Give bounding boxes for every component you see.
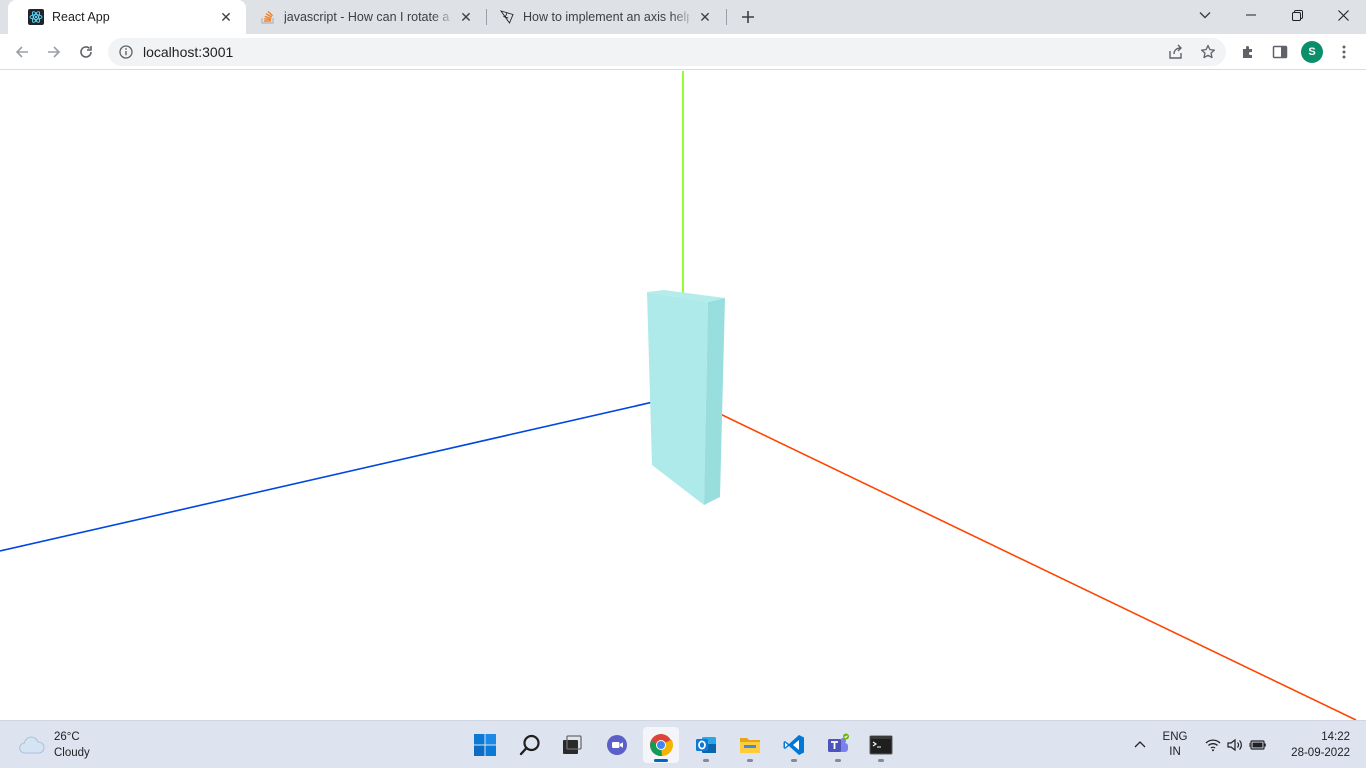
teams-icon[interactable] xyxy=(820,727,856,763)
plus-icon xyxy=(742,11,754,23)
task-view-icon[interactable] xyxy=(554,727,590,763)
reload-icon xyxy=(80,46,92,58)
minimize-icon xyxy=(1246,14,1256,16)
menu-button[interactable] xyxy=(1330,38,1358,66)
box-mesh xyxy=(647,290,725,505)
tab-stackoverflow[interactable]: javascript - How can I rotate a me ✕ xyxy=(246,0,486,34)
weather-widget[interactable]: 26°C Cloudy xyxy=(18,729,90,761)
tab-threejs[interactable]: How to implement an axis helper ✕ xyxy=(487,0,725,34)
tab-title: javascript - How can I rotate a me xyxy=(284,10,450,24)
search-icon[interactable] xyxy=(512,727,548,763)
extensions-button[interactable] xyxy=(1234,38,1262,66)
stackoverflow-icon xyxy=(260,9,276,25)
language-indicator[interactable]: ENG IN xyxy=(1158,721,1192,769)
address-bar[interactable]: localhost:3001 xyxy=(108,38,1226,66)
battery-icon xyxy=(1249,740,1266,750)
reload-button[interactable] xyxy=(72,38,100,66)
volume-icon xyxy=(1227,738,1242,752)
clock[interactable]: 14:22 28-09-2022 xyxy=(1270,729,1350,761)
x-axis-line xyxy=(713,410,1357,720)
close-icon xyxy=(1337,9,1349,21)
vscode-icon[interactable] xyxy=(776,727,812,763)
bookmark-star-icon[interactable] xyxy=(1200,44,1216,65)
show-hidden-icons-button[interactable] xyxy=(1128,721,1152,769)
puzzle-icon xyxy=(1243,46,1252,58)
webgl-canvas[interactable] xyxy=(0,71,1366,720)
tab-search-button[interactable] xyxy=(1182,0,1228,30)
react-icon xyxy=(28,9,44,25)
info-icon[interactable] xyxy=(118,44,134,60)
lang-region: IN xyxy=(1169,746,1181,758)
outlook-icon[interactable] xyxy=(688,727,724,763)
tab-title: How to implement an axis helper xyxy=(523,10,689,24)
close-tab-icon[interactable]: ✕ xyxy=(458,9,474,25)
box-front-face xyxy=(647,292,708,505)
tab-react-app[interactable]: React App ✕ xyxy=(8,0,246,34)
chevron-up-icon xyxy=(1134,741,1146,748)
wifi-icon xyxy=(1205,739,1221,752)
tab-title: React App xyxy=(52,10,110,24)
file-explorer-icon[interactable] xyxy=(732,727,768,763)
weather-temp: 26°C xyxy=(54,731,80,743)
restore-icon xyxy=(1291,9,1303,21)
terminal-icon[interactable] xyxy=(863,727,899,763)
minimize-button[interactable] xyxy=(1228,0,1274,30)
cloud-icon xyxy=(19,736,45,754)
forward-button[interactable] xyxy=(40,38,68,66)
z-axis-line xyxy=(0,396,676,552)
url-text: localhost:3001 xyxy=(143,44,234,60)
chrome-icon[interactable] xyxy=(643,727,679,763)
close-window-button[interactable] xyxy=(1320,0,1366,30)
clock-time: 14:22 xyxy=(1321,731,1350,743)
lang-code: ENG xyxy=(1162,731,1188,743)
back-button[interactable] xyxy=(8,38,36,66)
new-tab-button[interactable] xyxy=(738,7,758,27)
threejs-icon xyxy=(499,9,515,25)
restore-button[interactable] xyxy=(1274,0,1320,30)
system-tray[interactable] xyxy=(1200,721,1272,769)
share-icon[interactable] xyxy=(1168,44,1184,65)
close-tab-icon[interactable]: ✕ xyxy=(218,9,234,25)
arrow-right-icon xyxy=(48,46,61,58)
weather-condition: Cloudy xyxy=(54,747,90,759)
tab-strip: React App ✕ javascript - How can I rotat… xyxy=(0,0,1366,34)
close-tab-icon[interactable]: ✕ xyxy=(697,9,713,25)
clock-date: 28-09-2022 xyxy=(1291,747,1350,759)
profile-avatar[interactable]: S xyxy=(1301,41,1323,63)
side-panel-button[interactable] xyxy=(1266,38,1294,66)
three-scene xyxy=(0,71,1357,720)
teams-chat-icon[interactable] xyxy=(599,727,635,763)
kebab-menu-icon xyxy=(1342,45,1346,59)
windows-start-icon[interactable] xyxy=(467,727,503,763)
arrow-left-icon xyxy=(15,46,28,58)
side-panel-icon xyxy=(1272,45,1288,59)
taskbar: 26°C Cloudy ENG IN 14:22 28-09-2022 xyxy=(0,720,1366,768)
chevron-down-icon xyxy=(1199,12,1211,19)
